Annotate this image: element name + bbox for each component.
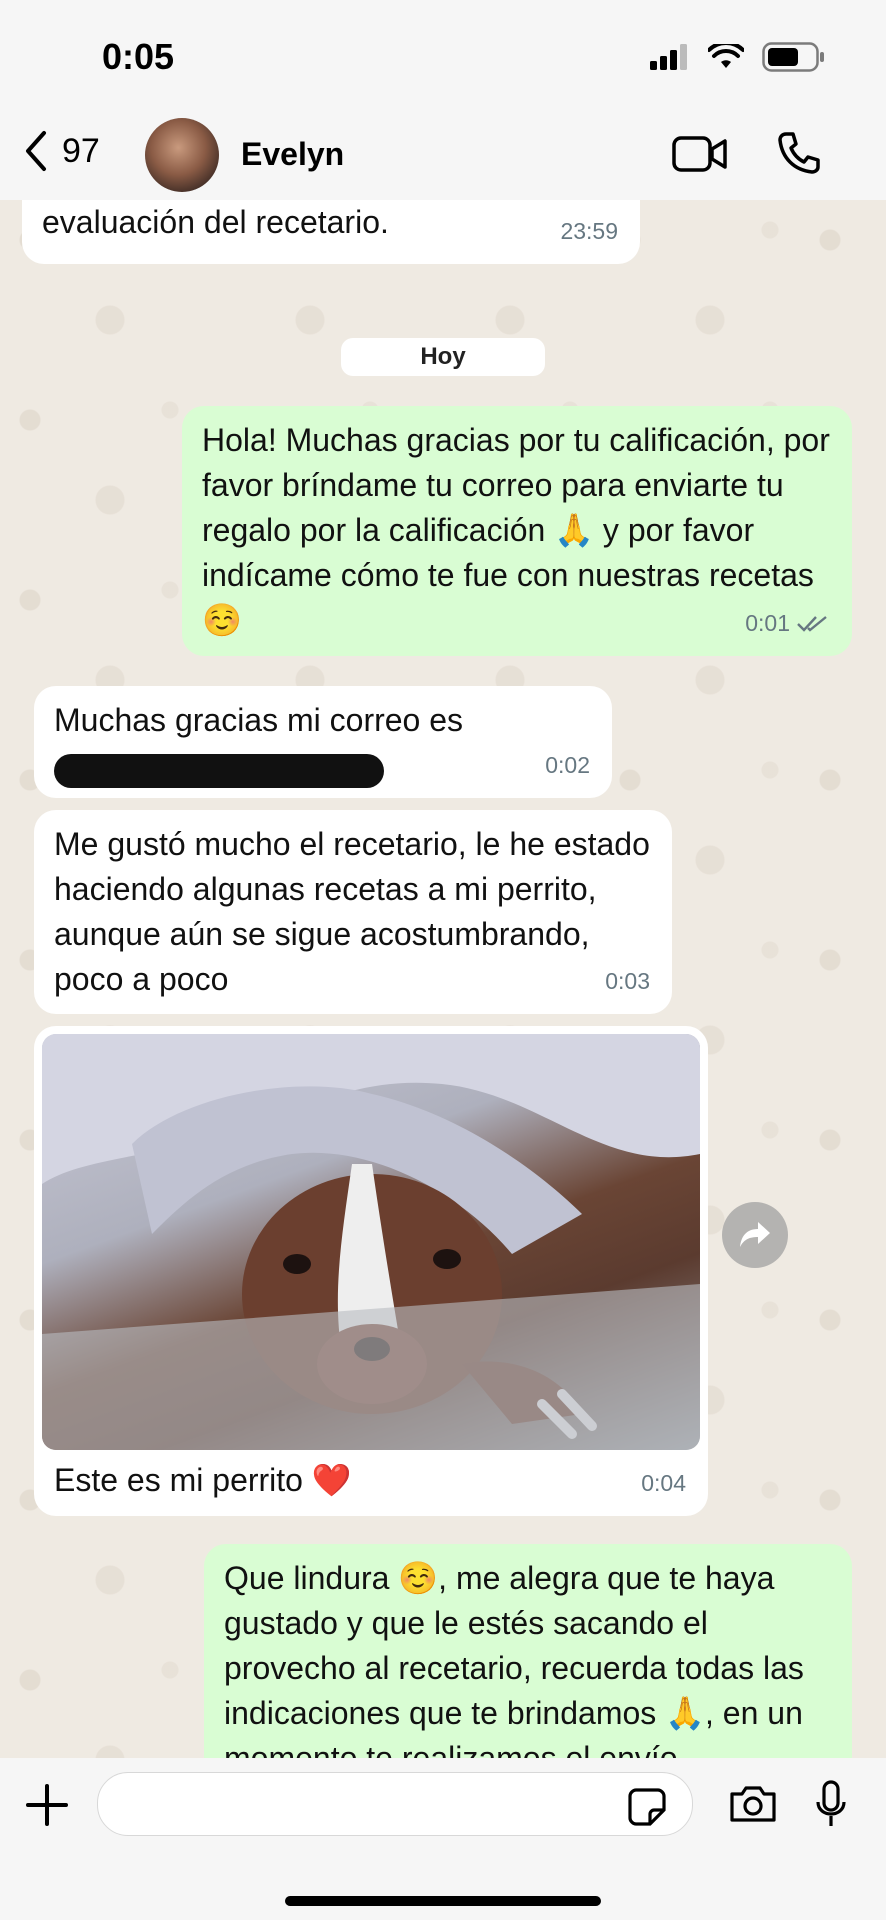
status-icons <box>650 42 826 72</box>
microphone-button[interactable] <box>814 1780 848 1833</box>
unread-count: 97 <box>62 131 100 170</box>
message-time: 0:03 <box>605 968 650 994</box>
message-text: Que lindura ☺️, me alegra que te haya gu… <box>224 1560 804 1758</box>
status-time: 0:05 <box>102 36 175 77</box>
camera-icon <box>730 1786 776 1822</box>
signal-icon <box>650 44 687 70</box>
status-bar: 0:05 <box>0 0 886 118</box>
wifi-icon <box>708 44 744 68</box>
message-bubble-incoming[interactable]: Me gustó mucho el recetario, le he estad… <box>34 810 672 1014</box>
sticker-icon <box>628 1788 666 1826</box>
message-time: 0:04 <box>641 1470 686 1496</box>
attach-button[interactable] <box>24 1782 70 1833</box>
message-text: Me gustó mucho el recetario, le he estad… <box>54 826 650 997</box>
message-bubble-outgoing[interactable]: Hola! Muchas gracias por tu calificación… <box>182 406 852 656</box>
date-chip: Hoy <box>341 338 545 376</box>
message-text: Muchas gracias mi correo es <box>54 702 464 738</box>
forward-icon <box>740 1222 770 1247</box>
redacted-email <box>54 753 384 788</box>
message-bubble-incoming[interactable]: Muchas gracias mi correo es 0:02 <box>34 686 612 798</box>
phone-icon <box>778 132 820 174</box>
composer-bar <box>0 1758 886 1920</box>
video-camera-icon <box>672 136 727 172</box>
double-check-icon <box>797 615 827 632</box>
chat-area[interactable]: evaluación del recetario. 23:59 Hoy Hola… <box>0 200 886 1758</box>
microphone-icon <box>816 1780 846 1826</box>
message-bubble-outgoing[interactable]: Que lindura ☺️, me alegra que te haya gu… <box>204 1544 852 1758</box>
image-message-bubble[interactable]: Este es mi perrito ❤️ 0:04 <box>34 1026 708 1516</box>
message-text: Hola! Muchas gracias por tu calificación… <box>202 422 830 638</box>
contact-name[interactable]: Evelyn <box>241 136 344 173</box>
message-input[interactable] <box>97 1772 693 1836</box>
home-indicator <box>285 1896 601 1906</box>
battery-icon <box>762 42 824 72</box>
chevron-left-icon <box>26 131 46 171</box>
sticker-button[interactable] <box>628 1788 666 1831</box>
forward-button[interactable] <box>722 1202 788 1268</box>
dog-photo[interactable] <box>42 1034 700 1450</box>
chat-header: 97 Evelyn <box>0 118 886 200</box>
back-button[interactable]: 97 <box>24 130 100 172</box>
avatar[interactable] <box>145 118 219 192</box>
video-call-button[interactable] <box>672 134 728 179</box>
message-time: 0:02 <box>545 752 590 778</box>
message-bubble-incoming[interactable]: evaluación del recetario. 23:59 <box>22 200 640 264</box>
voice-call-button[interactable] <box>776 130 822 181</box>
message-time: 23:59 <box>560 218 618 244</box>
camera-button[interactable] <box>728 1784 778 1829</box>
message-text: evaluación del recetario. <box>42 204 389 240</box>
message-text: Este es mi perrito ❤️ <box>54 1462 352 1498</box>
dog-photo-illustration <box>42 1034 700 1450</box>
message-time: 0:01 <box>745 610 790 636</box>
plus-icon <box>26 1784 68 1826</box>
